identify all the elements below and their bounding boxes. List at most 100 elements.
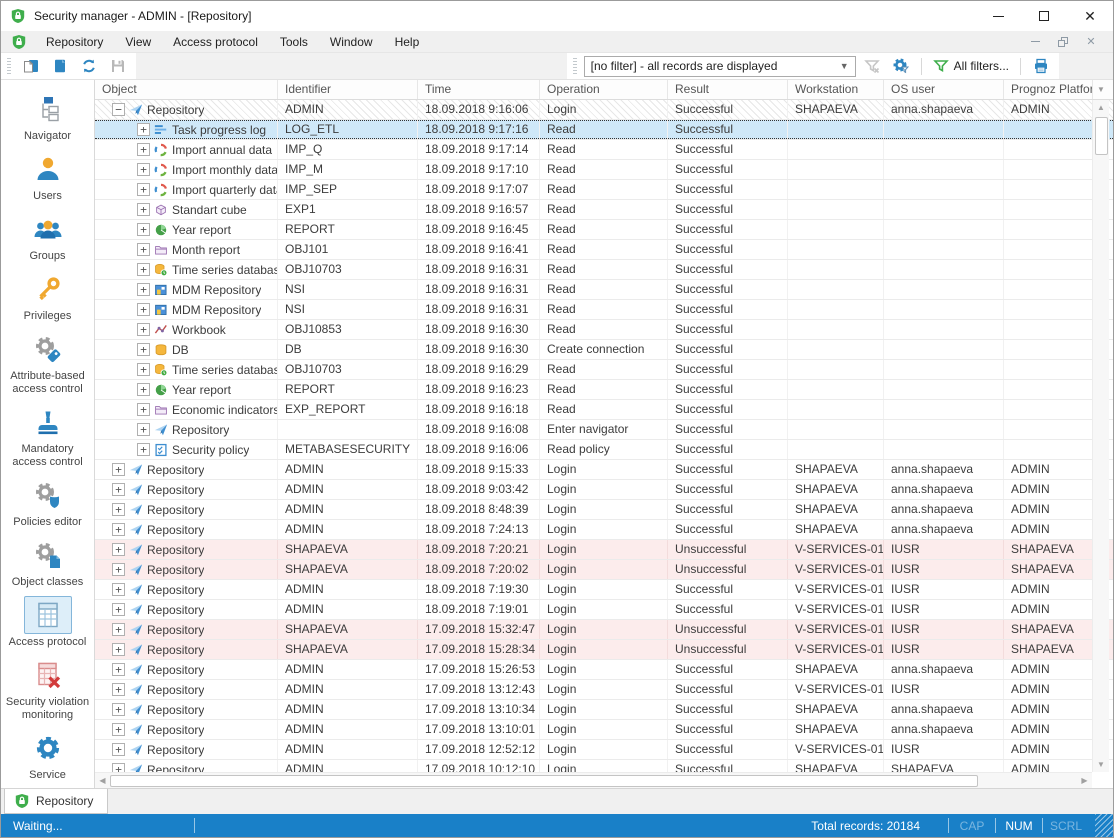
menu-view[interactable]: View: [114, 31, 162, 52]
column-header-workstation[interactable]: Workstation: [788, 80, 884, 99]
filter-settings-button[interactable]: [889, 55, 914, 78]
column-header-identifier[interactable]: Identifier: [278, 80, 418, 99]
expand-toggle[interactable]: +: [137, 283, 150, 296]
table-row[interactable]: + Time series database OBJ1070318.09.201…: [95, 260, 1113, 280]
table-row[interactable]: + Repository SHAPAEVA17.09.2018 15:32:47…: [95, 620, 1113, 640]
menu-window[interactable]: Window: [319, 31, 384, 52]
resize-grip[interactable]: [1095, 814, 1113, 837]
sidebar-item-mac[interactable]: Mandatory access control: [1, 403, 94, 469]
minimize-button[interactable]: [975, 1, 1021, 31]
expand-toggle[interactable]: +: [112, 523, 125, 536]
expand-toggle[interactable]: +: [137, 123, 150, 136]
column-menu-button[interactable]: ▼: [1092, 80, 1109, 99]
expand-toggle[interactable]: +: [137, 243, 150, 256]
table-row[interactable]: + Economic indicators EXP_REPORT18.09.20…: [95, 400, 1113, 420]
table-row[interactable]: + Repository ADMIN18.09.2018 7:19:01Logi…: [95, 600, 1113, 620]
table-row[interactable]: + Repository SHAPAEVA18.09.2018 7:20:21L…: [95, 540, 1113, 560]
expand-toggle[interactable]: +: [137, 403, 150, 416]
toolbar-grip[interactable]: [7, 58, 11, 74]
sidebar-item-users[interactable]: Users: [1, 150, 94, 203]
toolbar-filter-grip[interactable]: [573, 58, 577, 74]
expand-toggle[interactable]: +: [112, 543, 125, 556]
expand-toggle[interactable]: +: [137, 423, 150, 436]
all-filters-button[interactable]: All filters...: [929, 58, 1013, 74]
expand-toggle[interactable]: +: [112, 483, 125, 496]
table-row[interactable]: + Repository ADMIN18.09.2018 8:48:39Logi…: [95, 500, 1113, 520]
expand-toggle[interactable]: +: [112, 703, 125, 716]
scroll-up-icon[interactable]: ▲: [1093, 100, 1109, 115]
open-protocol-button[interactable]: [47, 55, 72, 78]
table-row[interactable]: + Repository ADMIN18.09.2018 9:03:42Logi…: [95, 480, 1113, 500]
table-row[interactable]: + Repository ADMIN17.09.2018 13:10:34Log…: [95, 700, 1113, 720]
expand-toggle[interactable]: +: [137, 143, 150, 156]
sidebar-item-violation[interactable]: Security violation monitoring: [1, 656, 94, 722]
expand-toggle[interactable]: +: [137, 323, 150, 336]
table-row[interactable]: + Repository ADMIN17.09.2018 12:52:12Log…: [95, 740, 1113, 760]
expand-toggle[interactable]: +: [112, 463, 125, 476]
expand-toggle[interactable]: −: [112, 103, 125, 116]
table-row[interactable]: + Repository ADMIN17.09.2018 15:26:53Log…: [95, 660, 1113, 680]
table-row[interactable]: + Repository ADMIN17.09.2018 13:10:01Log…: [95, 720, 1113, 740]
expand-toggle[interactable]: +: [112, 503, 125, 516]
horizontal-scrollbar[interactable]: ◀ ▶: [95, 772, 1092, 788]
table-row[interactable]: + Repository ADMIN18.09.2018 9:15:33Logi…: [95, 460, 1113, 480]
menu-repository[interactable]: Repository: [35, 31, 114, 52]
expand-toggle[interactable]: +: [137, 203, 150, 216]
expand-toggle[interactable]: +: [137, 223, 150, 236]
expand-toggle[interactable]: +: [112, 603, 125, 616]
expand-toggle[interactable]: +: [137, 383, 150, 396]
table-row[interactable]: − Repository ADMIN18.09.2018 9:16:06Logi…: [95, 100, 1113, 120]
table-row[interactable]: + Year report REPORT18.09.2018 9:16:23Re…: [95, 380, 1113, 400]
expand-toggle[interactable]: +: [112, 623, 125, 636]
print-button[interactable]: [1028, 55, 1053, 78]
expand-toggle[interactable]: +: [112, 583, 125, 596]
column-header-time[interactable]: Time: [418, 80, 540, 99]
mdi-minimize-button[interactable]: [1023, 33, 1047, 51]
sidebar-item-privileges[interactable]: Privileges: [1, 270, 94, 323]
expand-toggle[interactable]: +: [112, 563, 125, 576]
table-row[interactable]: + DB DB18.09.2018 9:16:30Create connecti…: [95, 340, 1113, 360]
refresh-button[interactable]: [76, 55, 101, 78]
expand-toggle[interactable]: +: [112, 643, 125, 656]
sidebar-item-policies[interactable]: Policies editor: [1, 476, 94, 529]
table-row[interactable]: + Import quarterly data IMP_SEP18.09.201…: [95, 180, 1113, 200]
table-row[interactable]: + Repository ADMIN17.09.2018 10:12:10Log…: [95, 760, 1113, 772]
table-row[interactable]: + Time series database OBJ1070318.09.201…: [95, 360, 1113, 380]
expand-toggle[interactable]: +: [112, 723, 125, 736]
expand-toggle[interactable]: +: [112, 743, 125, 756]
table-row[interactable]: + Standart cube EXP118.09.2018 9:16:57Re…: [95, 200, 1113, 220]
column-header-operation[interactable]: Operation: [540, 80, 668, 99]
column-header-result[interactable]: Result: [668, 80, 788, 99]
table-row[interactable]: + Security policy METABASESECURITY18.09.…: [95, 440, 1113, 460]
table-row[interactable]: + Repository ADMIN18.09.2018 7:19:30Logi…: [95, 580, 1113, 600]
expand-toggle[interactable]: +: [137, 163, 150, 176]
scroll-right-icon[interactable]: ▶: [1077, 776, 1092, 785]
expand-toggle[interactable]: +: [112, 763, 125, 772]
sidebar-item-groups[interactable]: Groups: [1, 210, 94, 263]
column-header-platform_user[interactable]: Prognoz Platform: [1004, 80, 1093, 99]
sidebar-item-protocol[interactable]: Access protocol: [1, 596, 94, 649]
scroll-down-icon[interactable]: ▼: [1093, 757, 1109, 772]
sidebar-item-navigator[interactable]: Navigator: [1, 90, 94, 143]
horizontal-scroll-thumb[interactable]: [110, 775, 978, 787]
column-header-object[interactable]: Object: [95, 80, 278, 99]
tab-repository[interactable]: Repository: [4, 789, 108, 814]
close-button[interactable]: ✕: [1067, 1, 1113, 31]
sidebar-item-service[interactable]: Service: [1, 729, 94, 782]
vertical-scroll-thumb[interactable]: [1095, 117, 1108, 155]
expand-toggle[interactable]: +: [137, 263, 150, 276]
sidebar-item-objclasses[interactable]: Object classes: [1, 536, 94, 589]
scroll-left-icon[interactable]: ◀: [95, 776, 110, 785]
expand-toggle[interactable]: +: [137, 303, 150, 316]
sidebar-item-abac[interactable]: Attribute-based access control: [1, 330, 94, 396]
table-row[interactable]: + MDM Repository NSI18.09.2018 9:16:31Re…: [95, 280, 1113, 300]
vertical-scrollbar[interactable]: ▲ ▼: [1092, 100, 1109, 772]
clear-filter-button[interactable]: [860, 55, 885, 78]
expand-toggle[interactable]: +: [112, 663, 125, 676]
mdi-restore-button[interactable]: [1051, 33, 1075, 51]
filter-combobox[interactable]: [no filter] - all records are displayed …: [584, 56, 856, 77]
table-row[interactable]: + Repository SHAPAEVA17.09.2018 15:28:34…: [95, 640, 1113, 660]
table-row[interactable]: + Repository 18.09.2018 9:16:08Enter nav…: [95, 420, 1113, 440]
menu-access-protocol[interactable]: Access protocol: [162, 31, 269, 52]
mdi-close-button[interactable]: ✕: [1079, 33, 1103, 51]
